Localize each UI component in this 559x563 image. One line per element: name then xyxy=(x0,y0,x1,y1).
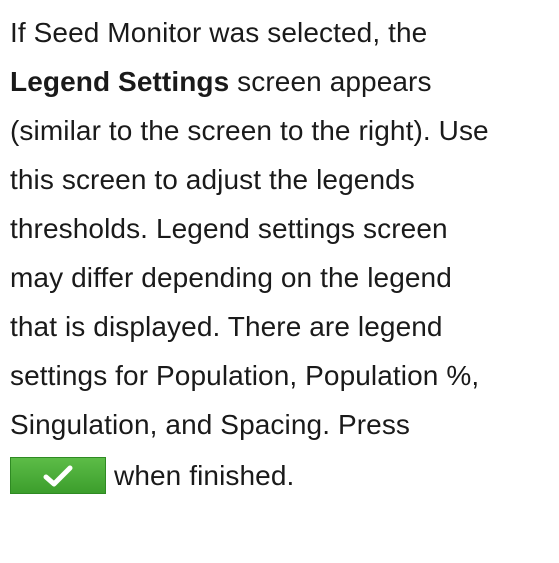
text-line: Singulation, and Spacing. Press xyxy=(10,409,411,440)
text-line: (similar to the screen to the right). Us… xyxy=(10,115,489,146)
text-line: settings for Population, Population %, xyxy=(10,360,480,391)
legend-settings-term: Legend Settings xyxy=(10,66,230,97)
text-line: may differ depending on the legend xyxy=(10,262,452,293)
text-line: Legend Settings screen appears xyxy=(10,57,559,106)
accept-button[interactable] xyxy=(10,457,106,494)
instruction-paragraph: If Seed Monitor was selected, the Legend… xyxy=(10,8,559,500)
text-line: thresholds. Legend settings screen xyxy=(10,213,448,244)
text-line: when finished. xyxy=(10,451,559,500)
text-line: If Seed Monitor was selected, the xyxy=(10,17,428,48)
text-line: this screen to adjust the legends xyxy=(10,164,415,195)
text-fragment: screen appears xyxy=(229,66,432,97)
text-fragment: when finished. xyxy=(114,460,295,491)
checkmark-icon xyxy=(43,465,73,486)
text-line: that is displayed. There are legend xyxy=(10,311,443,342)
